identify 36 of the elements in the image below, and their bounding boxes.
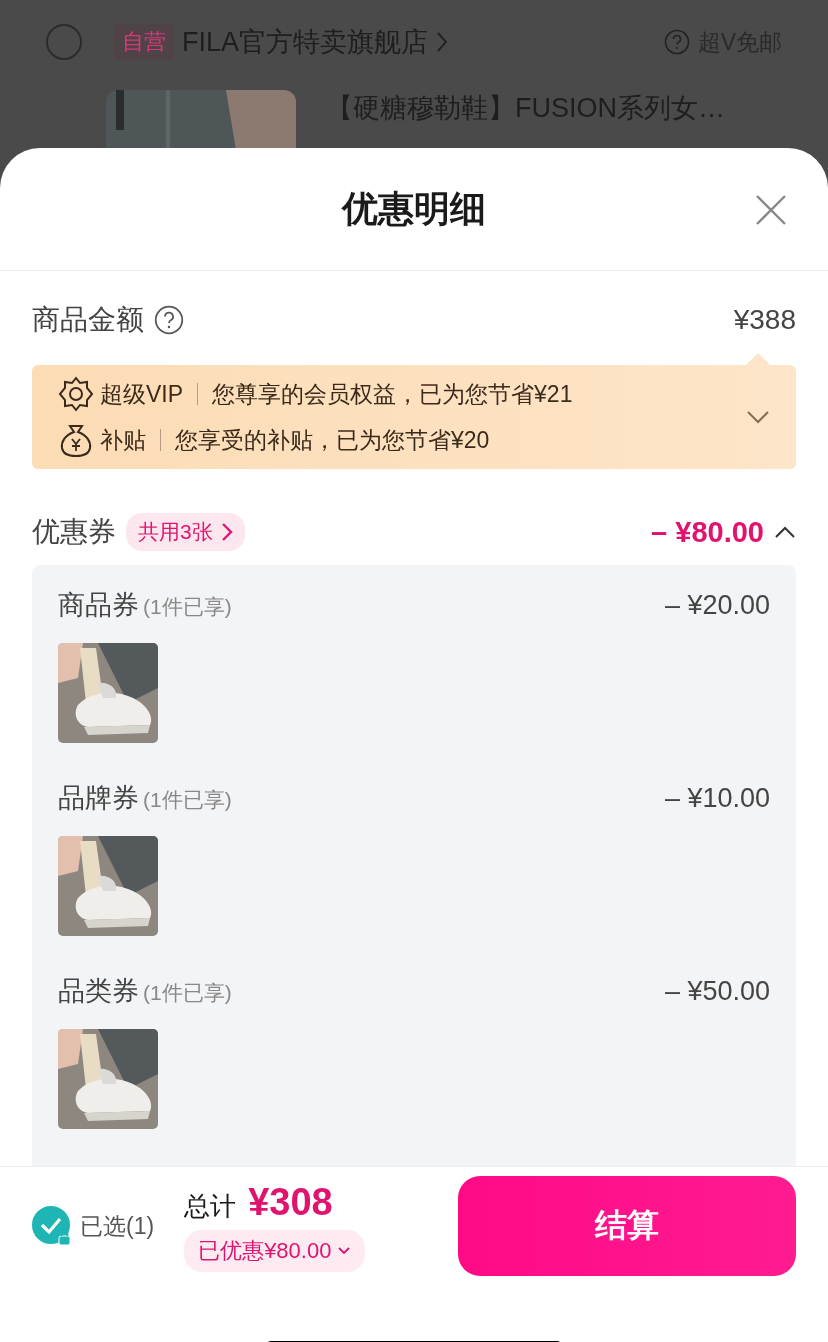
close-icon[interactable] [754, 193, 788, 227]
total-label: 总计 [184, 1189, 237, 1223]
benefit-text: 您尊享的会员权益，已为您节省¥21 [212, 379, 573, 409]
coupons-label: 优惠券 [32, 515, 116, 549]
selected-count: 已选(1) [80, 1211, 155, 1241]
coupon-name: 品牌券 [58, 782, 139, 815]
benefit-text: 您享受的补贴，已为您节省¥20 [175, 425, 490, 455]
benefit-name: 补贴 [100, 425, 146, 455]
subtotal-label: 商品金额 [32, 303, 144, 337]
coupon-amount: – ¥50.00 [664, 976, 770, 1007]
chevron-right-icon [436, 31, 449, 53]
chevron-right-icon [220, 522, 233, 542]
coupon-note: (1件已享) [143, 980, 232, 1006]
badge-icon [58, 376, 94, 412]
discount-pill[interactable]: 已优惠¥80.00 [184, 1229, 366, 1272]
money-bag-icon [58, 422, 94, 458]
self-operated-tag: 自营 [114, 24, 174, 60]
chevron-down-icon [337, 1245, 352, 1256]
coupon-name: 商品券 [58, 589, 139, 622]
coupon-total: – ¥80.00 [651, 515, 764, 549]
subtotal-amount: ¥388 [733, 304, 796, 336]
help-icon[interactable] [154, 305, 184, 335]
select-checkbox[interactable] [32, 1206, 72, 1246]
sheet-title: 优惠明细 [342, 186, 486, 231]
coupon-note: (1件已享) [143, 787, 232, 813]
total-amount: ¥308 [248, 1180, 333, 1224]
coupon-name: 品类券 [58, 975, 139, 1008]
coupon-count-badge[interactable]: 共用3张 [126, 513, 245, 551]
coupon-amount: – ¥10.00 [664, 783, 770, 814]
checkout-button[interactable]: 结算 [458, 1176, 796, 1276]
chevron-down-icon[interactable] [746, 410, 770, 424]
chevron-up-icon[interactable] [774, 525, 796, 539]
coupon-amount: – ¥20.00 [664, 590, 770, 621]
benefit-name: 超级VIP [100, 379, 184, 409]
store-checkbox[interactable] [46, 24, 82, 60]
coupon-note: (1件已享) [143, 594, 232, 620]
